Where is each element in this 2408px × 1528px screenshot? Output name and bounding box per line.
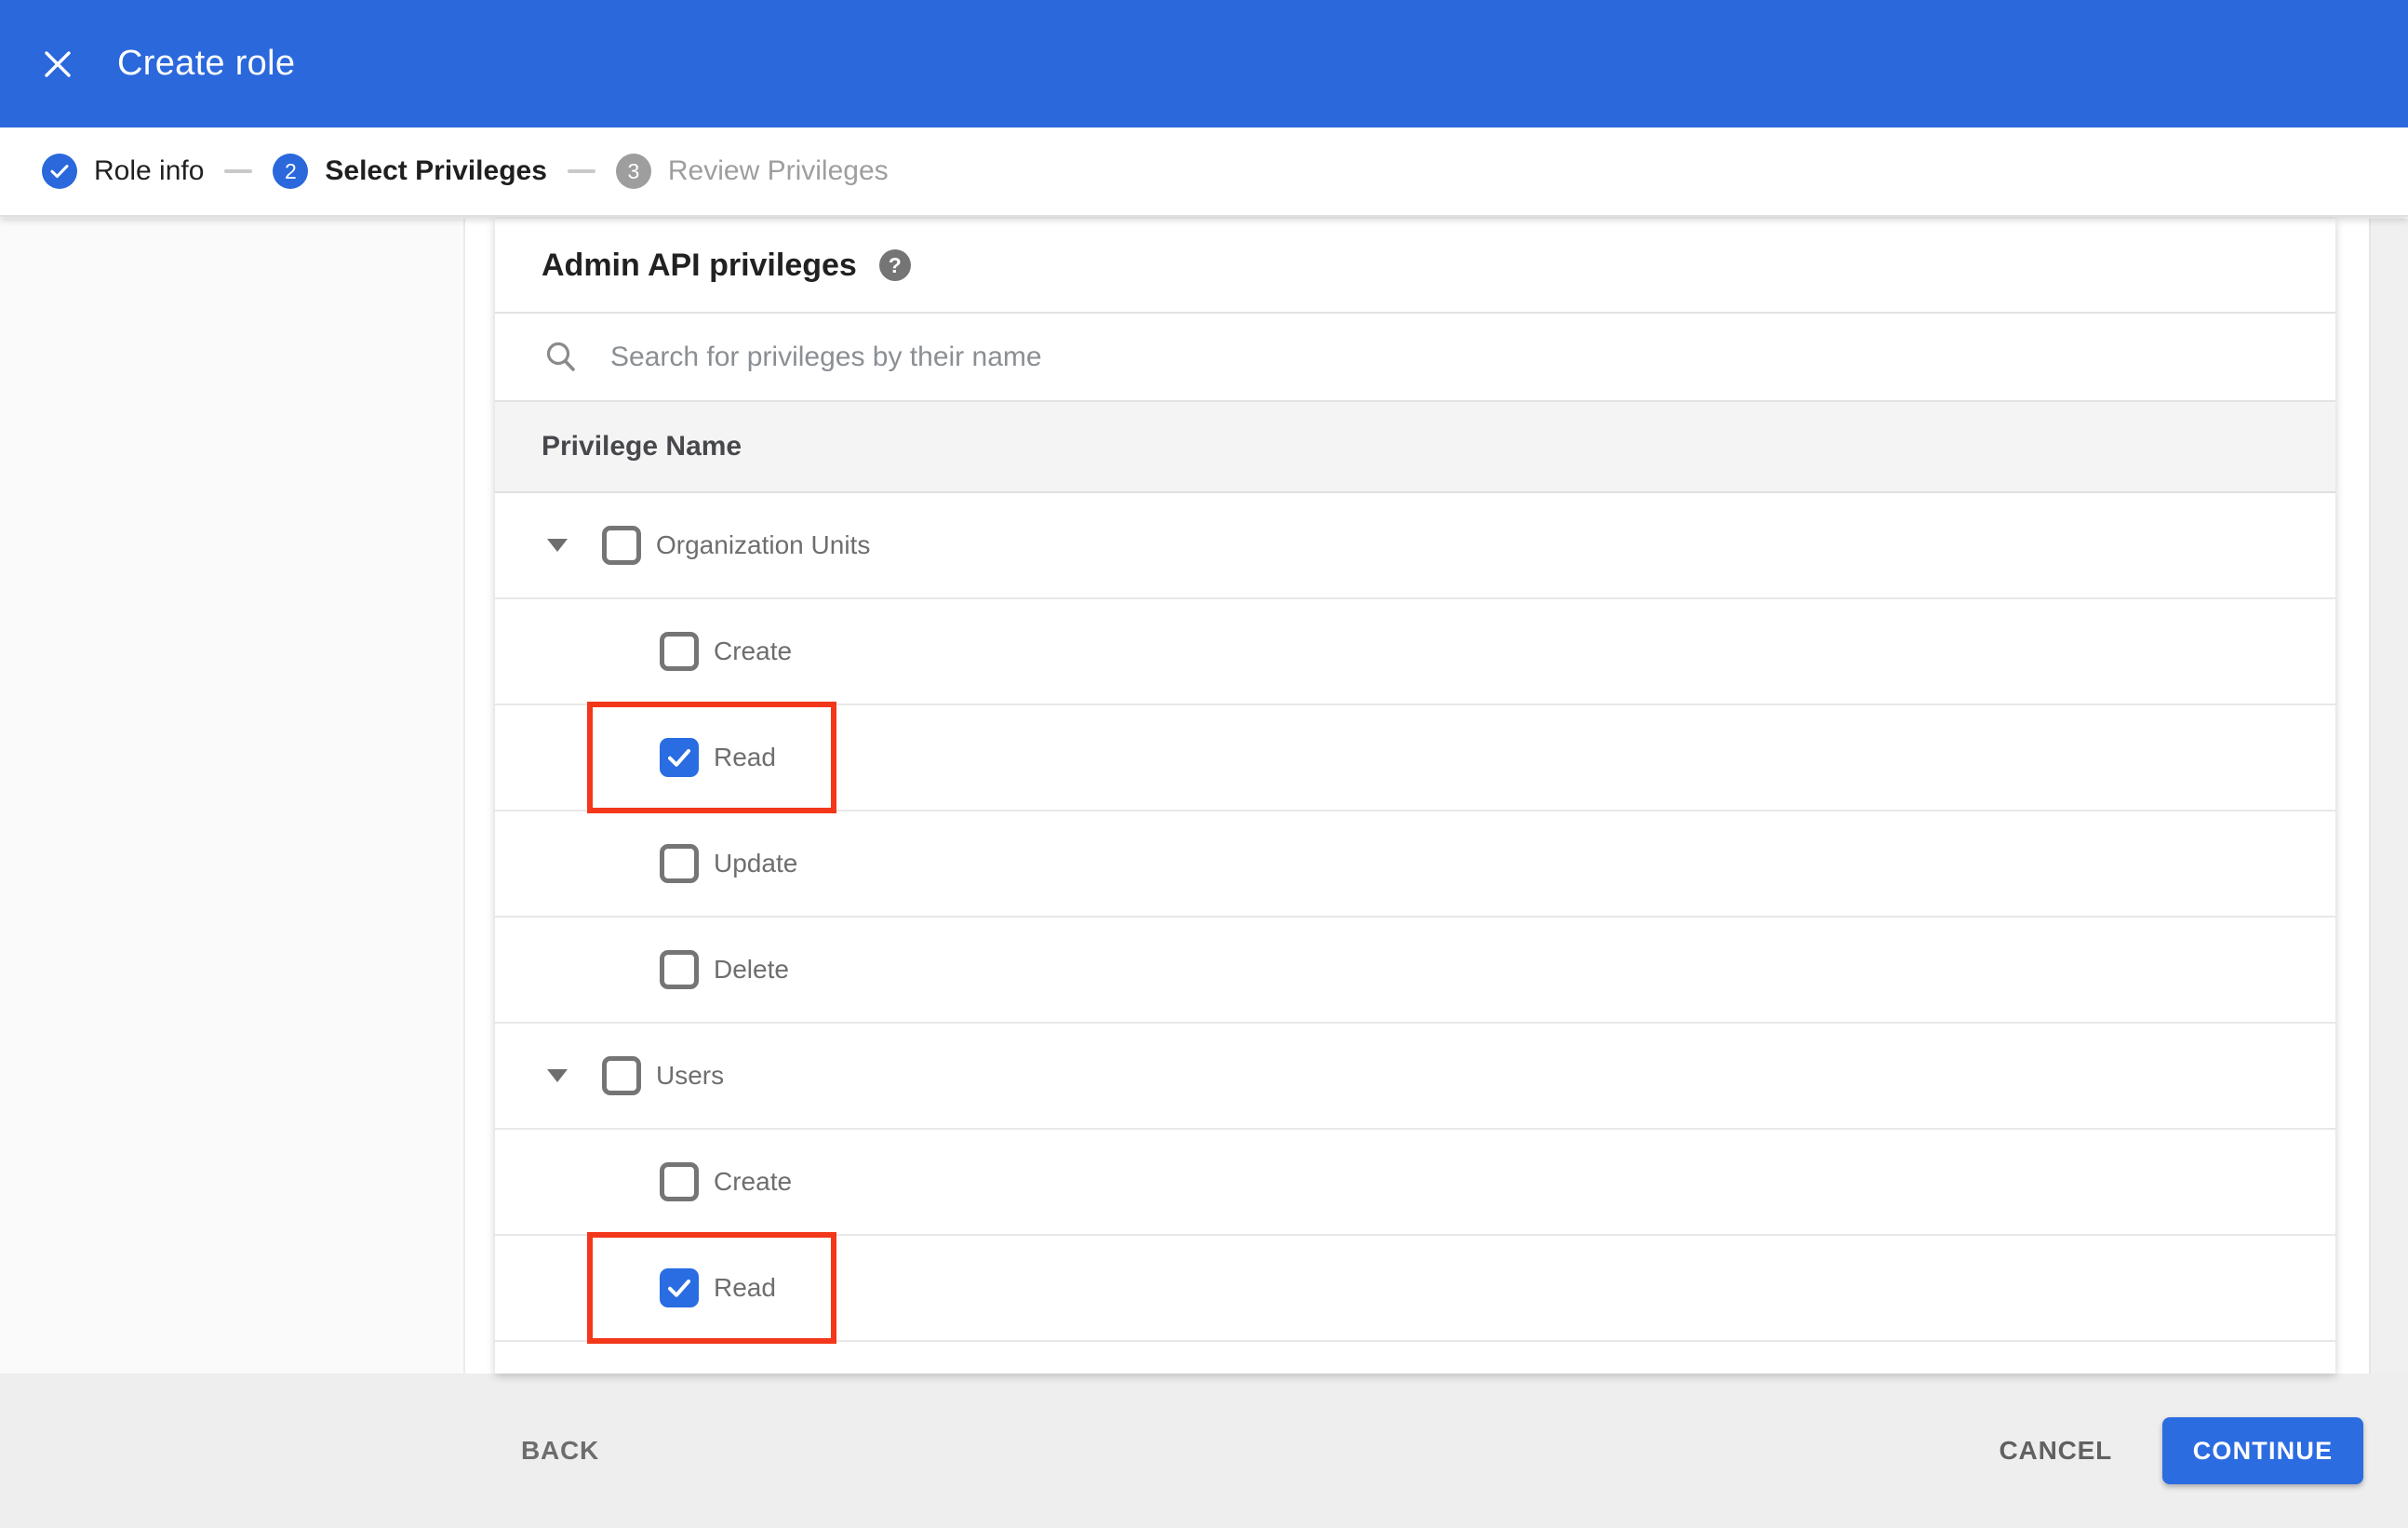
- checkbox-unchecked[interactable]: [602, 1056, 641, 1095]
- collapse-triangle-icon[interactable]: [547, 539, 568, 552]
- checkbox-checked[interactable]: [660, 738, 699, 777]
- wizard-stepper: Role info 2 Select Privileges 3 Review P…: [0, 127, 2408, 217]
- scroll-gutter[interactable]: [2369, 219, 2408, 1374]
- privilege-row: Create: [495, 1130, 2335, 1236]
- highlight-annotation: [587, 702, 836, 813]
- privilege-row: Organization Units: [495, 493, 2335, 599]
- privilege-row: Read: [495, 1232, 2335, 1344]
- privilege-row: Read: [495, 702, 2335, 813]
- close-icon: [43, 49, 73, 79]
- privilege-label: Update: [714, 849, 798, 878]
- search-input[interactable]: [609, 340, 1911, 374]
- privilege-label: Users: [656, 1061, 725, 1090]
- privilege-row: Create: [495, 599, 2335, 705]
- checkbox-unchecked[interactable]: [660, 1162, 699, 1201]
- step-review-privileges[interactable]: 3 Review Privileges: [615, 154, 889, 189]
- checkbox-checked[interactable]: [660, 1268, 699, 1307]
- card-heading: Admin API privileges ?: [495, 219, 2335, 314]
- privilege-rows: Organization Units Create Read Update Delete…: [495, 493, 2335, 1344]
- column-header-label: Privilege Name: [542, 431, 742, 462]
- step-select-privileges[interactable]: 2 Select Privileges: [273, 154, 547, 189]
- search-row: [495, 314, 2335, 402]
- left-sidebar: [0, 219, 465, 1374]
- privilege-row: Update: [495, 811, 2335, 918]
- step-3-label: Review Privileges: [667, 155, 889, 186]
- collapse-triangle-icon[interactable]: [547, 1069, 568, 1082]
- highlight-annotation: [587, 1232, 836, 1344]
- cancel-button[interactable]: CANCEL: [2000, 1436, 2112, 1466]
- checkbox-unchecked[interactable]: [660, 632, 699, 671]
- privilege-row: Users: [495, 1024, 2335, 1130]
- back-button[interactable]: BACK: [521, 1436, 599, 1466]
- search-icon: [543, 340, 579, 375]
- checkbox-unchecked[interactable]: [660, 950, 699, 989]
- help-icon: ?: [888, 252, 902, 277]
- privilege-label: Delete: [714, 955, 789, 984]
- step-connector: [224, 169, 253, 173]
- step-2-number: 2: [273, 154, 309, 189]
- step-1-done-indicator: [42, 154, 77, 189]
- privilege-label: Create: [714, 637, 793, 665]
- checkbox-unchecked[interactable]: [660, 844, 699, 883]
- privileges-card: Admin API privileges ? Privilege Name Or…: [495, 219, 2335, 1374]
- privilege-label: Read: [714, 743, 776, 771]
- step-role-info[interactable]: Role info: [42, 154, 204, 189]
- check-icon: [50, 164, 69, 179]
- step-2-label: Select Privileges: [325, 155, 547, 186]
- privilege-label: Create: [714, 1167, 793, 1196]
- checkbox-unchecked[interactable]: [602, 526, 641, 565]
- table-header: Privilege Name: [495, 402, 2335, 493]
- step-connector: [567, 169, 595, 173]
- step-1-label: Role info: [94, 155, 205, 186]
- footer-bar: BACK CANCEL CONTINUE: [0, 1374, 2408, 1528]
- page-title: Create role: [117, 44, 296, 83]
- privilege-label: Read: [714, 1273, 776, 1302]
- app-header: Create role: [0, 0, 2408, 127]
- privilege-label: Organization Units: [656, 530, 871, 559]
- step-3-number: 3: [615, 154, 651, 189]
- close-button[interactable]: [35, 42, 80, 87]
- panel-title: Admin API privileges: [542, 247, 857, 283]
- help-button[interactable]: ?: [878, 249, 911, 281]
- partial-row: [495, 1342, 2335, 1372]
- continue-button[interactable]: CONTINUE: [2162, 1417, 2363, 1484]
- privilege-row: Delete: [495, 918, 2335, 1024]
